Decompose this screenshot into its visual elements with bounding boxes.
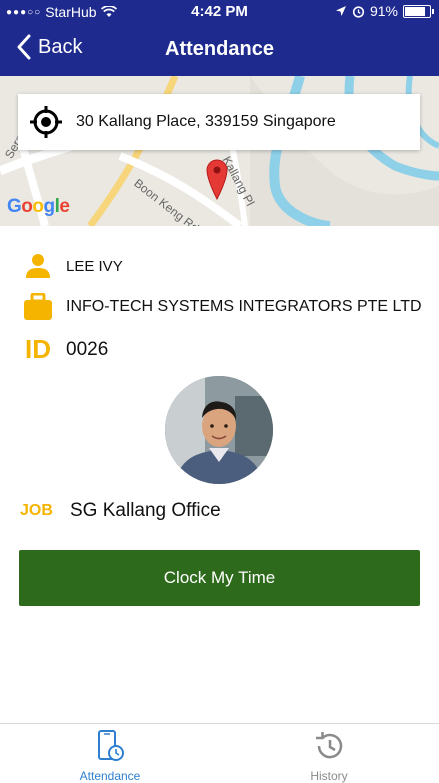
tab-history[interactable]: History [269, 730, 389, 783]
employee-name: LEE IVY [66, 257, 123, 275]
company-row: INFO-TECH SYSTEMS INTEGRATORS PTE LTD [20, 293, 422, 321]
history-icon [316, 732, 343, 759]
name-row: LEE IVY [20, 254, 123, 278]
status-right: 91% [335, 3, 434, 19]
alarm-icon [352, 5, 365, 18]
job-label: JOB [20, 502, 53, 519]
nav-bar: Back Attendance [0, 24, 439, 76]
job-row: JOB SG Kallang Office [20, 500, 221, 522]
briefcase-icon [24, 293, 52, 320]
company-name: INFO-TECH SYSTEMS INTEGRATORS PTE LTD [66, 298, 422, 315]
address-text: 30 Kallang Place, 339159 Singapore [76, 113, 336, 130]
battery-percent: 91% [369, 3, 398, 19]
phone-clock-icon [98, 730, 124, 761]
status-bar: ●●●○○ StarHub 4:42 PM 91% [0, 0, 439, 24]
tab-bar: Attendance History [0, 723, 439, 783]
id-row: ID 0026 [20, 334, 108, 365]
avatar [165, 376, 273, 484]
person-icon [26, 254, 50, 278]
google-logo: Google [7, 196, 70, 217]
map-view[interactable]: Serangoon Boon Keng Rd Kallang Pl 30 Kal… [0, 76, 439, 226]
page-title: Attendance [165, 38, 274, 60]
clock-my-time-button[interactable]: Clock My Time [19, 550, 420, 606]
battery-icon [403, 4, 434, 18]
tab-attendance[interactable]: Attendance [50, 730, 170, 783]
location-arrow-icon [335, 6, 346, 16]
crosshair-icon [30, 106, 62, 138]
employee-photo [165, 376, 273, 484]
job-value: SG Kallang Office [70, 500, 221, 521]
employee-id: 0026 [66, 338, 109, 360]
id-label: ID [25, 334, 51, 364]
address-card[interactable]: 30 Kallang Place, 339159 Singapore [18, 94, 420, 150]
map-pin-icon[interactable] [205, 158, 229, 200]
